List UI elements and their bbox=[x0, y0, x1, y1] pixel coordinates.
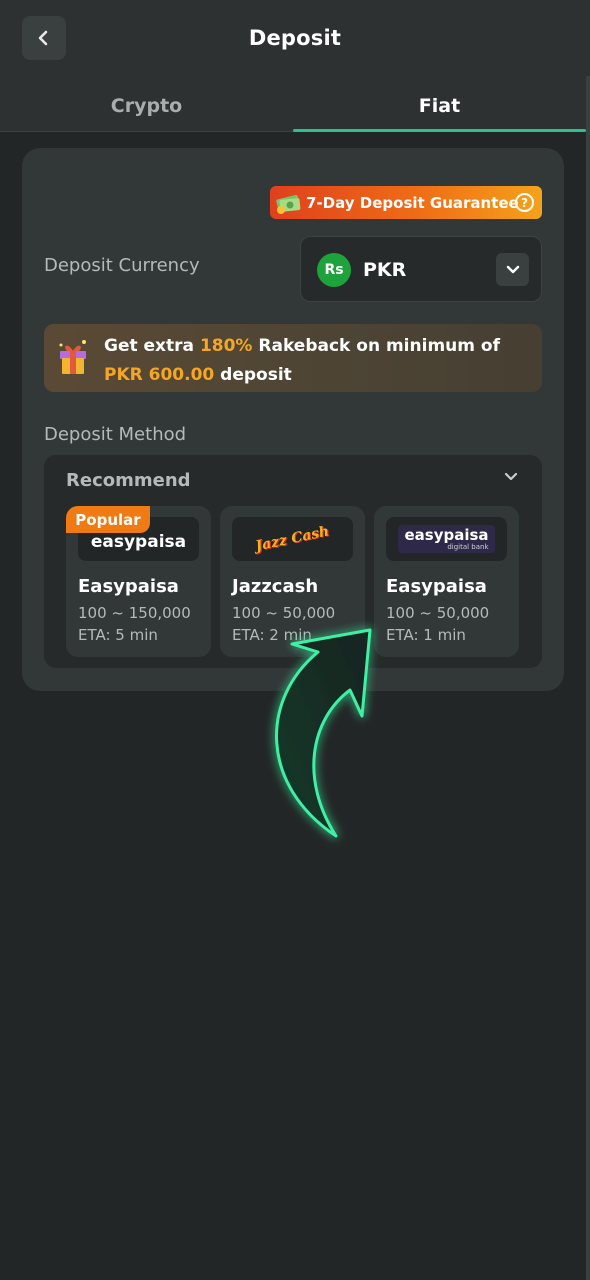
chevron-down-icon bbox=[506, 265, 519, 273]
guarantee-label: 7-Day Deposit Guarantee bbox=[306, 193, 519, 212]
promo-text: Get extra 180% Rakeback on minimum of PKR… bbox=[104, 332, 524, 390]
page-title: Deposit bbox=[248, 26, 342, 50]
easypaisa-logo-text: easypaisa bbox=[90, 532, 187, 552]
promo-percentage: 180% bbox=[199, 336, 253, 356]
easypaisa-digital-logo-subtext: digital bank bbox=[447, 543, 489, 551]
help-icon[interactable]: ? bbox=[515, 193, 534, 212]
scrollbar[interactable] bbox=[586, 76, 590, 1280]
pointer-arrow-icon bbox=[275, 628, 372, 838]
currency-code: PKR bbox=[363, 259, 407, 281]
promo-text-middle: Rakeback on minimum of bbox=[252, 336, 500, 356]
chevron-down-icon[interactable] bbox=[504, 472, 518, 482]
deposit-method-label: Deposit Method bbox=[44, 424, 187, 445]
promo-text-prefix: Get extra bbox=[104, 336, 200, 356]
easypaisa-digital-logo-text: easypaisa bbox=[404, 526, 489, 544]
rupee-icon: Rs bbox=[317, 253, 351, 287]
promo-text-suffix: deposit bbox=[214, 365, 292, 385]
rakeback-promo[interactable]: Get extra 180% Rakeback on minimum of PKR… bbox=[44, 324, 542, 392]
recommend-title[interactable]: Recommend bbox=[66, 470, 191, 491]
jazzcash-logo-text: Jazz Cash bbox=[254, 523, 331, 555]
method-card-easypaisa[interactable]: easypaisa Popular Easypaisa 100 ~ 150,00… bbox=[66, 506, 211, 657]
method-name: Easypaisa bbox=[386, 576, 487, 597]
method-name: Easypaisa bbox=[78, 576, 179, 597]
deposit-guarantee-banner[interactable]: 7-Day Deposit Guarantee ? bbox=[270, 186, 542, 219]
jazzcash-logo: Jazz Cash bbox=[232, 517, 353, 561]
method-range: 100 ~ 150,000 bbox=[78, 604, 191, 622]
gift-icon bbox=[59, 340, 86, 374]
active-tab-indicator bbox=[293, 129, 586, 132]
tab-crypto[interactable]: Crypto bbox=[0, 80, 293, 132]
tab-fiat[interactable]: Fiat bbox=[293, 80, 586, 132]
tab-bar: Crypto Fiat bbox=[0, 80, 586, 132]
easypaisa-digital-logo: easypaisa digital bank bbox=[386, 517, 507, 561]
currency-dropdown-button[interactable] bbox=[496, 253, 529, 286]
promo-min-amount: PKR 600.00 bbox=[104, 365, 215, 385]
popular-badge: Popular bbox=[66, 506, 150, 533]
money-icon bbox=[276, 194, 301, 214]
deposit-currency-label: Deposit Currency bbox=[44, 255, 200, 276]
method-eta: ETA: 5 min bbox=[78, 626, 158, 644]
header: Deposit bbox=[0, 0, 590, 80]
currency-select[interactable]: Rs PKR bbox=[300, 236, 542, 302]
method-name: Jazzcash bbox=[232, 576, 319, 597]
